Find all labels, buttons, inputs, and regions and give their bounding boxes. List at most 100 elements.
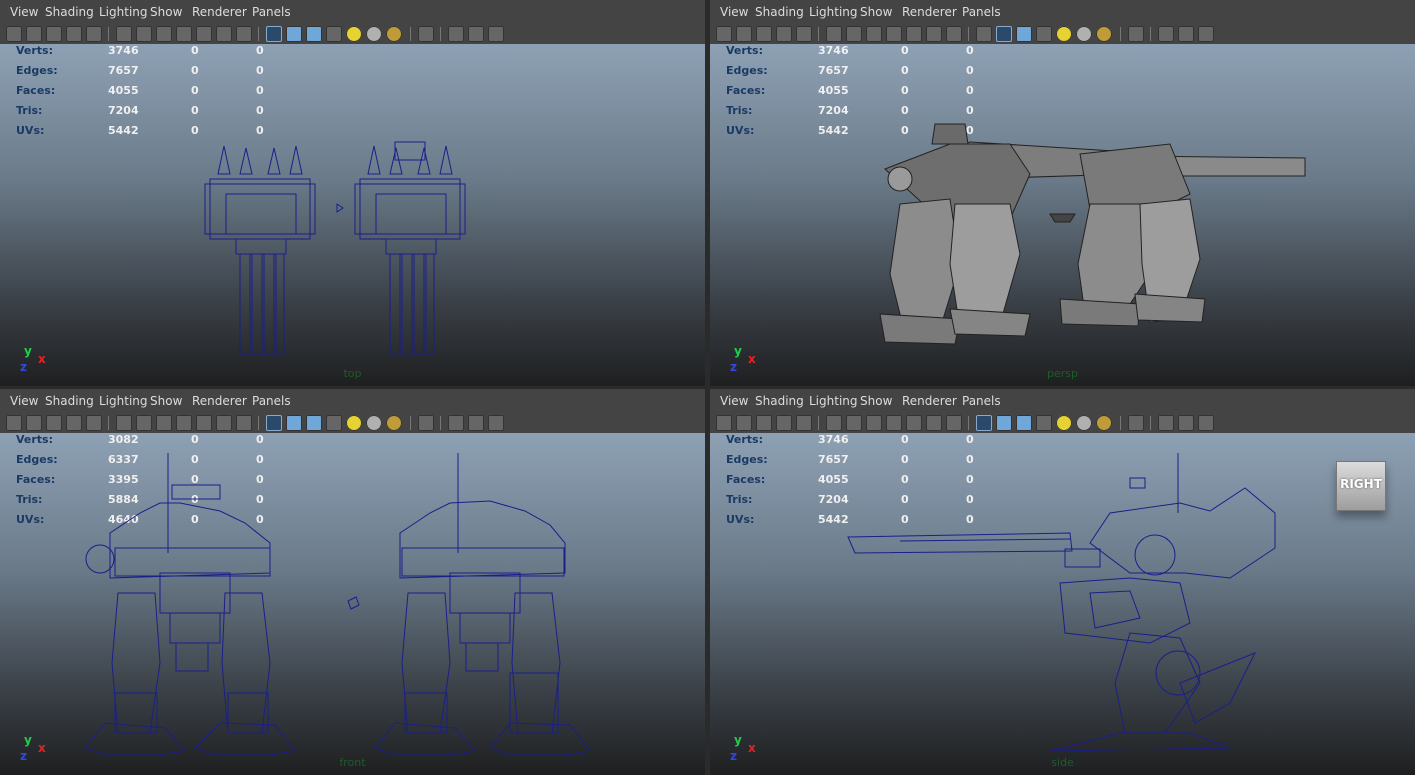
- isolate-select-icon[interactable]: [1128, 26, 1144, 42]
- film-gate-icon[interactable]: [136, 26, 152, 42]
- backface-icon[interactable]: [488, 415, 504, 431]
- image-plane-icon[interactable]: [776, 415, 792, 431]
- xray-icon[interactable]: [1158, 26, 1174, 42]
- film-gate-icon[interactable]: [136, 415, 152, 431]
- xray-icon[interactable]: [1158, 415, 1174, 431]
- ambient-occlusion-icon[interactable]: [386, 415, 402, 431]
- flat-shade-icon[interactable]: [1016, 415, 1032, 431]
- xray-joints-icon[interactable]: [1178, 26, 1194, 42]
- gate-mask-icon[interactable]: [886, 26, 902, 42]
- viewport-canvas[interactable]: Verts: 3746 0 0 Edges: 7657 0 0 Faces: 4…: [710, 433, 1415, 775]
- wireframe-icon[interactable]: [976, 415, 992, 431]
- safe-action-icon[interactable]: [926, 26, 942, 42]
- 2d-pan-zoom-icon[interactable]: [796, 415, 812, 431]
- grid-icon[interactable]: [116, 26, 132, 42]
- backface-icon[interactable]: [1198, 415, 1214, 431]
- menu-panels[interactable]: Panels: [962, 394, 1001, 408]
- mech-wireframe-side[interactable]: [710, 433, 1415, 775]
- menu-view[interactable]: View: [720, 5, 748, 19]
- textured-icon[interactable]: [1036, 415, 1052, 431]
- image-plane-icon[interactable]: [66, 415, 82, 431]
- menu-view[interactable]: View: [10, 5, 38, 19]
- 2d-pan-zoom-icon[interactable]: [86, 415, 102, 431]
- field-chart-icon[interactable]: [906, 26, 922, 42]
- field-chart-icon[interactable]: [196, 26, 212, 42]
- gate-mask-icon[interactable]: [176, 415, 192, 431]
- menu-panels[interactable]: Panels: [252, 394, 291, 408]
- shadows-icon[interactable]: [1076, 415, 1092, 431]
- menu-renderer[interactable]: Renderer: [902, 394, 957, 408]
- flat-shade-icon[interactable]: [306, 26, 322, 42]
- use-all-lights-icon[interactable]: [346, 415, 362, 431]
- menu-renderer[interactable]: Renderer: [192, 394, 247, 408]
- backface-icon[interactable]: [1198, 26, 1214, 42]
- viewport-canvas[interactable]: Verts: 3082 0 0 Edges: 6337 0 0 Faces: 3…: [0, 433, 705, 775]
- menu-panels[interactable]: Panels: [962, 5, 1001, 19]
- shadows-icon[interactable]: [366, 26, 382, 42]
- menu-show[interactable]: Show: [860, 394, 892, 408]
- menu-show[interactable]: Show: [860, 5, 892, 19]
- camera-attr-icon[interactable]: [736, 26, 752, 42]
- viewport-panel-persp[interactable]: View Shading Lighting Show Renderer Pane…: [710, 0, 1415, 386]
- camera-attr-icon[interactable]: [26, 26, 42, 42]
- grid-icon[interactable]: [826, 415, 842, 431]
- resolution-gate-icon[interactable]: [866, 26, 882, 42]
- bookmark-icon[interactable]: [46, 415, 62, 431]
- menu-view[interactable]: View: [720, 394, 748, 408]
- textured-icon[interactable]: [326, 415, 342, 431]
- ambient-occlusion-icon[interactable]: [1096, 415, 1112, 431]
- textured-icon[interactable]: [326, 26, 342, 42]
- gate-mask-icon[interactable]: [176, 26, 192, 42]
- mech-shaded-persp[interactable]: [710, 44, 1415, 386]
- menu-view[interactable]: View: [10, 394, 38, 408]
- ambient-occlusion-icon[interactable]: [386, 26, 402, 42]
- bookmark-icon[interactable]: [756, 26, 772, 42]
- safe-title-icon[interactable]: [946, 415, 962, 431]
- safe-title-icon[interactable]: [236, 415, 252, 431]
- 2d-pan-zoom-icon[interactable]: [796, 26, 812, 42]
- shadows-icon[interactable]: [366, 415, 382, 431]
- viewcube[interactable]: RIGHT: [1336, 461, 1386, 511]
- use-all-lights-icon[interactable]: [1056, 415, 1072, 431]
- menu-renderer[interactable]: Renderer: [902, 5, 957, 19]
- bookmark-icon[interactable]: [756, 415, 772, 431]
- ambient-occlusion-icon[interactable]: [1096, 26, 1112, 42]
- menu-shading[interactable]: Shading: [755, 5, 804, 19]
- isolate-select-icon[interactable]: [1128, 415, 1144, 431]
- viewport-panel-side[interactable]: View Shading Lighting Show Renderer Pane…: [710, 389, 1415, 775]
- film-gate-icon[interactable]: [846, 415, 862, 431]
- camera-icon[interactable]: [6, 26, 22, 42]
- film-gate-icon[interactable]: [846, 26, 862, 42]
- camera-icon[interactable]: [6, 415, 22, 431]
- resolution-gate-icon[interactable]: [156, 26, 172, 42]
- camera-icon[interactable]: [716, 415, 732, 431]
- safe-action-icon[interactable]: [216, 415, 232, 431]
- xray-joints-icon[interactable]: [1178, 415, 1194, 431]
- resolution-gate-icon[interactable]: [866, 415, 882, 431]
- menu-lighting[interactable]: Lighting: [99, 5, 148, 19]
- menu-show[interactable]: Show: [150, 394, 182, 408]
- safe-title-icon[interactable]: [236, 26, 252, 42]
- menu-lighting[interactable]: Lighting: [809, 394, 858, 408]
- menu-panels[interactable]: Panels: [252, 5, 291, 19]
- camera-attr-icon[interactable]: [736, 415, 752, 431]
- wireframe-icon[interactable]: [976, 26, 992, 42]
- resolution-gate-icon[interactable]: [156, 415, 172, 431]
- use-all-lights-icon[interactable]: [346, 26, 362, 42]
- xray-joints-icon[interactable]: [468, 415, 484, 431]
- image-plane-icon[interactable]: [66, 26, 82, 42]
- viewport-canvas[interactable]: Verts: 3746 0 0 Edges: 7657 0 0 Faces: 4…: [710, 44, 1415, 386]
- viewport-panel-front[interactable]: View Shading Lighting Show Renderer Pane…: [0, 389, 705, 775]
- xray-icon[interactable]: [448, 26, 464, 42]
- wireframe-icon[interactable]: [266, 415, 282, 431]
- backface-icon[interactable]: [488, 26, 504, 42]
- menu-shading[interactable]: Shading: [45, 5, 94, 19]
- smooth-shade-icon[interactable]: [286, 415, 302, 431]
- menu-shading[interactable]: Shading: [755, 394, 804, 408]
- mech-wireframe-front[interactable]: [0, 433, 705, 775]
- smooth-shade-icon[interactable]: [996, 415, 1012, 431]
- xray-joints-icon[interactable]: [468, 26, 484, 42]
- viewport-panel-top[interactable]: View Shading Lighting Show Renderer Pane…: [0, 0, 705, 386]
- grid-icon[interactable]: [826, 26, 842, 42]
- 2d-pan-zoom-icon[interactable]: [86, 26, 102, 42]
